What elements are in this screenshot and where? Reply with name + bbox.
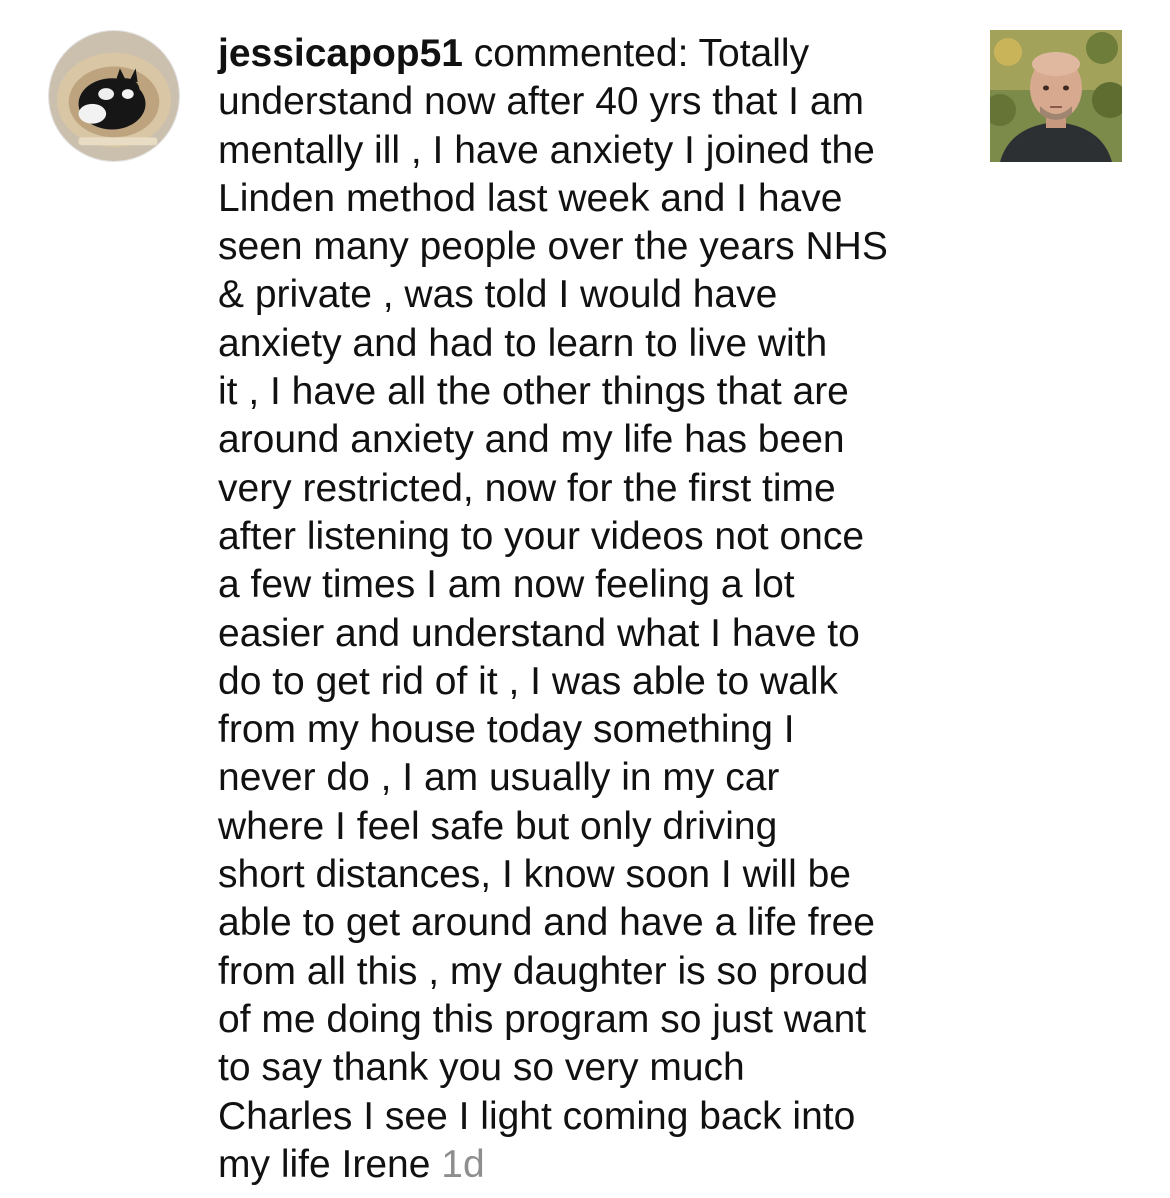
cat-photo-icon bbox=[49, 31, 179, 161]
comment-first-line: jessicapop51 commented: Totally bbox=[218, 30, 966, 78]
comment-line: from all this , my daughter is so proud bbox=[218, 949, 869, 993]
comment-line: short distances, I know soon I will be bbox=[218, 853, 851, 897]
comment-line: mentally ill , I have anxiety I joined t… bbox=[218, 128, 875, 172]
comment-line: Charles I see I light coming back into bbox=[218, 1094, 856, 1138]
comment-line: where I feel safe but only driving bbox=[218, 804, 778, 848]
timestamp: 1d bbox=[441, 1142, 485, 1186]
comment-line: to say thank you so very much bbox=[218, 1046, 745, 1090]
comment-last-line-text: my life Irene bbox=[218, 1142, 442, 1186]
comment-line: after listening to your videos not once bbox=[218, 514, 865, 558]
comment-line: able to get around and have a life free bbox=[218, 901, 875, 945]
comment-line: from my house today something I bbox=[218, 708, 795, 752]
comment-line: do to get rid of it , I was able to walk bbox=[218, 659, 838, 703]
comment-line: & private , was told I would have bbox=[218, 273, 778, 317]
user-avatar[interactable] bbox=[48, 30, 180, 162]
comment-text: jessicapop51 commented: Totally understa… bbox=[218, 30, 966, 1189]
comment-line: very restricted, now for the first time bbox=[218, 466, 836, 510]
comment-notification[interactable]: jessicapop51 commented: Totally understa… bbox=[0, 0, 1170, 1198]
comment-line: never do , I am usually in my car bbox=[218, 756, 780, 800]
comment-line: a few times I am now feeling a lot bbox=[218, 563, 795, 607]
comment-line: of me doing this program so just want bbox=[218, 997, 867, 1041]
comment-line: anxiety and had to learn to live with bbox=[218, 321, 828, 365]
comment-last-line: my life Irene 1d bbox=[218, 1141, 966, 1189]
man-portrait-icon bbox=[990, 30, 1122, 162]
comment-action-text: commented: Totally bbox=[462, 32, 810, 75]
comment-line: easier and understand what I have to bbox=[218, 611, 860, 655]
post-thumbnail[interactable] bbox=[990, 30, 1122, 162]
comment-line: seen many people over the years NHS bbox=[218, 225, 888, 269]
comment-line: around anxiety and my life has been bbox=[218, 418, 845, 462]
username-link[interactable]: jessicapop51 bbox=[218, 32, 463, 75]
comment-line: understand now after 40 yrs that I am bbox=[218, 80, 865, 124]
comment-line: Linden method last week and I have bbox=[218, 176, 843, 220]
comment-line: it , I have all the other things that ar… bbox=[218, 370, 849, 414]
